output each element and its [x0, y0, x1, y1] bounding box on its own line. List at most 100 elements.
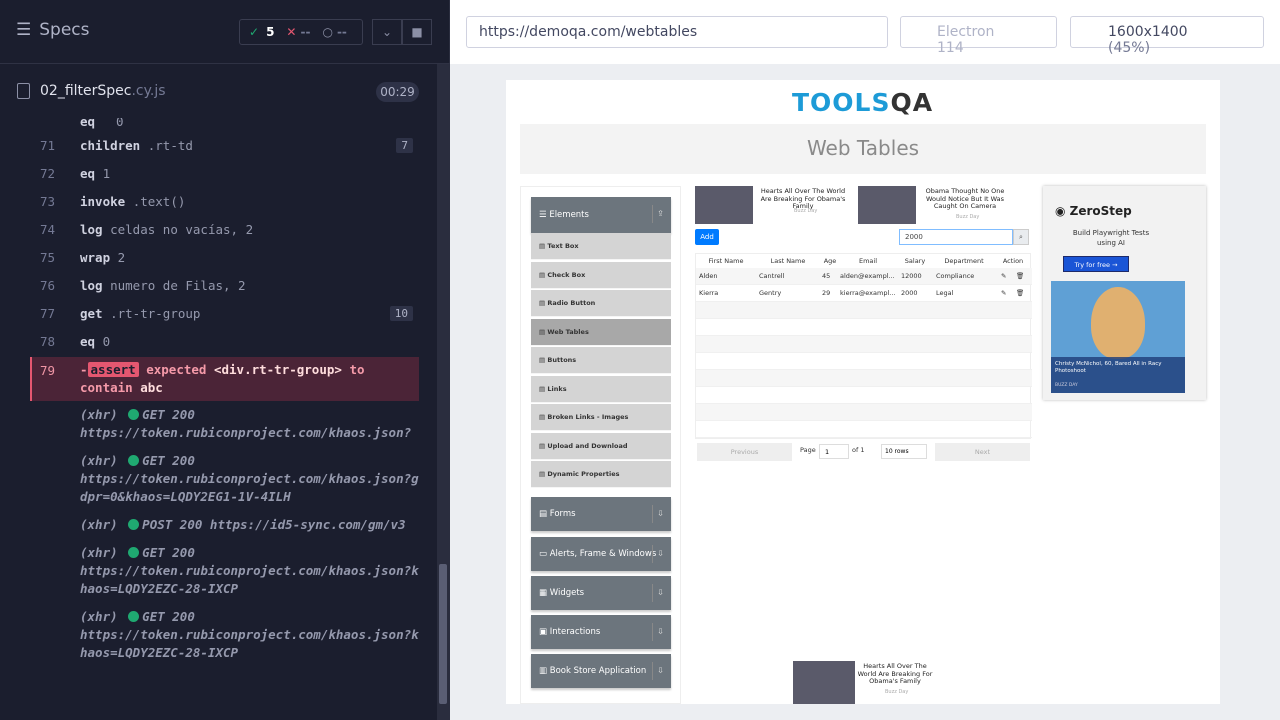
- xhr-log-entry[interactable]: (xhr) POST 200 https://id5-sync.com/gm/v…: [80, 516, 419, 534]
- ad-photo[interactable]: Christy McNichol, 60, Bared All in Racy …: [1051, 281, 1185, 393]
- xhr-log-entry[interactable]: (xhr) GET 200 https://token.rubiconprojec…: [80, 608, 419, 662]
- aut-toolbar: https://demoqa.com/webtables Electron 11…: [450, 0, 1280, 64]
- column-header[interactable]: Last Name: [756, 254, 820, 268]
- menu-item-dynamic-properties[interactable]: ▤ Dynamic Properties: [531, 461, 671, 488]
- menu-group-forms[interactable]: ▤ Forms ⇩: [531, 497, 671, 531]
- command-row[interactable]: 72 eq 1: [30, 160, 419, 188]
- scrollbar-thumb[interactable]: [439, 564, 447, 704]
- spec-duration: 00:29: [376, 82, 419, 102]
- toolsqa-logo[interactable]: TOOLSQA: [792, 88, 933, 117]
- menu-item-upload-download[interactable]: ▤ Upload and Download: [531, 433, 671, 460]
- ad-image: [695, 186, 753, 224]
- menu-item-links[interactable]: ▤ Links: [531, 376, 671, 403]
- command-row[interactable]: 71 children .rt-td 7: [30, 132, 419, 160]
- app-frame: TOOLSQA Web Tables ☰ Elements ⇪ ▤ Text Bo…: [506, 80, 1220, 704]
- table-row: [696, 302, 1032, 319]
- status-dot-icon: [128, 547, 140, 558]
- edit-icon[interactable]: ✎: [1001, 285, 1006, 302]
- expand-icon: ⇩: [652, 584, 668, 602]
- command-row[interactable]: 75 wrap 2: [30, 244, 419, 272]
- scrollbar[interactable]: [437, 64, 449, 720]
- menu-item-radio-button[interactable]: ▤ Radio Button: [531, 290, 671, 317]
- search-input[interactable]: 2000: [899, 229, 1013, 245]
- menu-group-book-store[interactable]: ▥ Book Store Application ⇩: [531, 654, 671, 688]
- xhr-log-entry[interactable]: (xhr) GET 200 https://token.rubiconprojec…: [80, 544, 419, 598]
- xhr-log-entry[interactable]: (xhr) GET 200 https://token.rubiconprojec…: [80, 452, 419, 506]
- menu-group-interactions[interactable]: ▣ Interactions ⇩: [531, 615, 671, 649]
- status-dot-icon: [128, 611, 140, 622]
- rows-select[interactable]: 10 rows: [881, 444, 927, 459]
- next-button[interactable]: Next: [935, 443, 1030, 461]
- collapse-icon: ⇪: [652, 205, 668, 223]
- try-free-button[interactable]: Try for free →: [1063, 256, 1129, 272]
- failed-assertion-row[interactable]: 79 - assert expected <div.rt-tr-group> to…: [30, 357, 419, 401]
- web-table: First Name Last Name Age Email Salary De…: [695, 253, 1032, 439]
- menu-item-check-box[interactable]: ▤ Check Box: [531, 262, 671, 289]
- column-header[interactable]: Age: [820, 254, 840, 268]
- viewport-info[interactable]: 1600x1400 (45%): [1070, 16, 1264, 56]
- delete-icon[interactable]: 🗑: [1016, 285, 1024, 302]
- edit-icon[interactable]: ✎: [1001, 268, 1006, 285]
- command-row[interactable]: 76 log numero de Filas, 2: [30, 272, 419, 300]
- chevron-down-icon[interactable]: ⌄: [372, 19, 402, 45]
- status-dot-icon: [128, 455, 140, 466]
- browser-selector[interactable]: Electron 114: [900, 16, 1057, 56]
- zerostep-ad[interactable]: ◉ ZeroStep Build Playwright Tests using …: [1043, 186, 1206, 400]
- menu-icon: ☰: [16, 20, 32, 40]
- column-header[interactable]: Email: [840, 254, 896, 268]
- table-row: [696, 336, 1032, 353]
- menu-item-text-box[interactable]: ▤ Text Box: [531, 233, 671, 260]
- specs-label: Specs: [39, 20, 90, 40]
- add-button[interactable]: Add: [695, 229, 719, 245]
- table-row: [696, 387, 1032, 404]
- column-header[interactable]: Salary: [896, 254, 934, 268]
- menu-item-broken-links[interactable]: ▤ Broken Links - Images: [531, 404, 671, 431]
- element-count-badge: 7: [396, 138, 413, 153]
- previous-button[interactable]: Previous: [697, 443, 792, 461]
- expand-icon: ⇩: [652, 623, 668, 641]
- table-row: [696, 319, 1032, 336]
- test-stats: ✓ 5 ✕ -- ○ --: [239, 19, 363, 45]
- expand-icon: ⇩: [652, 662, 668, 680]
- pending-count: --: [336, 25, 347, 39]
- spec-file-bar: 02_filterSpec.cy.js 00:29: [0, 64, 436, 118]
- command-row[interactable]: 74 log celdas no vacías, 2: [30, 216, 419, 244]
- table-row: [696, 353, 1032, 370]
- menu-item-web-tables[interactable]: ▤ Web Tables: [531, 319, 671, 346]
- table-row: Alden Cantrell 45 alden@exampl... 12000 …: [696, 268, 1032, 285]
- search-icon[interactable]: ⌕: [1013, 229, 1029, 245]
- cross-icon: ✕: [286, 25, 297, 39]
- expand-icon: ⇩: [652, 505, 668, 523]
- spec-file-name[interactable]: 02_filterSpec.cy.js: [40, 83, 166, 99]
- check-icon: ✓: [249, 25, 260, 39]
- page-title: Web Tables: [806, 136, 920, 160]
- assert-tag: assert: [87, 362, 139, 377]
- specs-toggle[interactable]: ☰ Specs: [16, 20, 90, 40]
- pagination: Previous Page 1 of 1 10 rows Next: [695, 442, 1031, 462]
- menu-group-alerts[interactable]: ▭ Alerts, Frame & Windows ⇩: [531, 537, 671, 571]
- table-row: [696, 404, 1032, 421]
- command-list: eq 0 71 children .rt-td 7 72 eq 1 73 invoke .…: [30, 118, 419, 666]
- table-row: [696, 421, 1032, 438]
- ad-image: [793, 661, 855, 704]
- status-dot-icon: [128, 409, 140, 420]
- xhr-log-entry[interactable]: (xhr) GET 200 https://token.rubiconprojec…: [80, 406, 419, 442]
- bottom-ad[interactable]: Hearts All Over The World Are Breaking F…: [793, 661, 935, 704]
- url-bar[interactable]: https://demoqa.com/webtables: [466, 16, 888, 48]
- runner-header: ☰ Specs ✓ 5 ✕ -- ○ -- ⌄ ■: [0, 0, 450, 64]
- command-row[interactable]: 78 eq 0: [30, 328, 419, 356]
- menu-group-elements[interactable]: ☰ Elements ⇪: [531, 197, 671, 233]
- menu-item-buttons[interactable]: ▤ Buttons: [531, 347, 671, 374]
- delete-icon[interactable]: 🗑: [1016, 268, 1024, 285]
- column-header[interactable]: Action: [994, 254, 1032, 268]
- page-input[interactable]: 1: [819, 444, 849, 459]
- command-row[interactable]: 77 get .rt-tr-group 10: [30, 300, 419, 328]
- aut-panel: https://demoqa.com/webtables Electron 11…: [450, 0, 1280, 720]
- command-row[interactable]: 73 invoke .text(): [30, 188, 419, 216]
- file-icon: [17, 83, 30, 99]
- stop-button[interactable]: ■: [402, 19, 432, 45]
- menu-group-widgets[interactable]: ▦ Widgets ⇩: [531, 576, 671, 610]
- column-header[interactable]: Department: [934, 254, 994, 268]
- column-header[interactable]: First Name: [696, 254, 756, 268]
- element-count-badge: 10: [389, 306, 413, 321]
